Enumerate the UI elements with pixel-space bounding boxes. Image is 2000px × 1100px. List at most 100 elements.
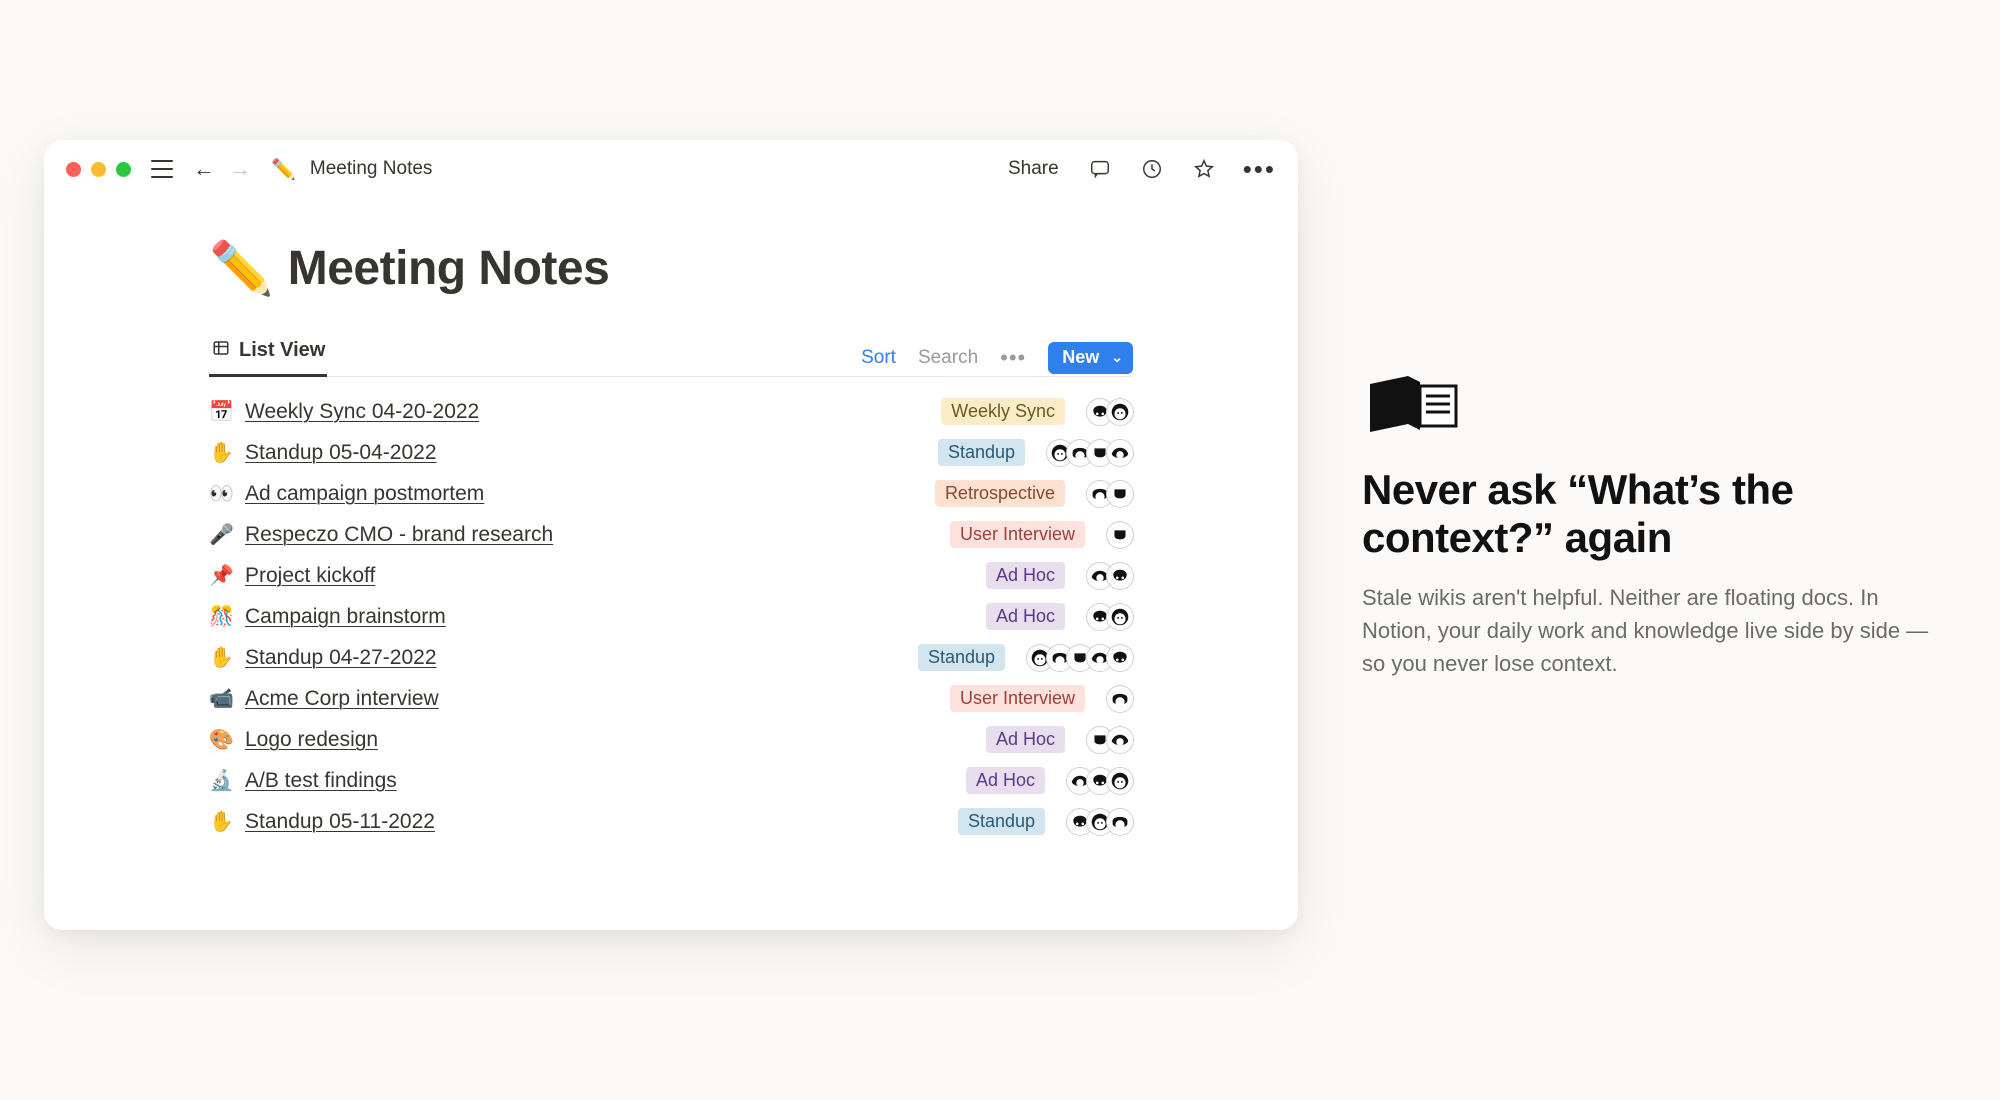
- list-item[interactable]: 📹 Acme Corp interview User Interview: [209, 678, 1133, 719]
- breadcrumb-emoji: ✏️: [271, 157, 296, 182]
- row-title[interactable]: A/B test findings: [245, 769, 397, 793]
- row-title[interactable]: Project kickoff: [245, 564, 375, 588]
- window-close-button[interactable]: [66, 162, 81, 177]
- avatar: [1107, 768, 1133, 794]
- row-avatars: [1047, 440, 1133, 466]
- avatar: [1107, 440, 1133, 466]
- row-emoji: ✋: [209, 645, 233, 670]
- row-emoji: 📌: [209, 563, 233, 588]
- row-emoji: 🔬: [209, 768, 233, 793]
- view-tab-label: List View: [239, 339, 325, 362]
- row-tag: Weekly Sync: [941, 398, 1065, 425]
- sidebar-toggle-icon[interactable]: [151, 160, 173, 178]
- list-item[interactable]: ✋ Standup 05-11-2022 Standup: [209, 801, 1133, 842]
- list-item[interactable]: ✋ Standup 04-27-2022 Standup: [209, 637, 1133, 678]
- favorite-star-icon[interactable]: [1193, 158, 1215, 180]
- page-heading[interactable]: Meeting Notes: [288, 241, 610, 296]
- database-rows: 📅 Weekly Sync 04-20-2022 Weekly Sync ✋ Stand…: [209, 377, 1133, 842]
- avatar: [1107, 481, 1133, 507]
- row-emoji: 🎤: [209, 522, 233, 547]
- page-title: ✏️ Meeting Notes: [209, 238, 1133, 299]
- row-avatars: [1107, 522, 1133, 548]
- promo-illustration-icon: [1362, 370, 1462, 440]
- row-tag: Ad Hoc: [986, 562, 1065, 589]
- row-title[interactable]: Acme Corp interview: [245, 687, 439, 711]
- row-title[interactable]: Ad campaign postmortem: [245, 482, 484, 506]
- row-title[interactable]: Standup 05-04-2022: [245, 441, 437, 465]
- avatar: [1107, 399, 1133, 425]
- share-button[interactable]: Share: [1008, 158, 1059, 180]
- row-title[interactable]: Standup 05-11-2022: [245, 810, 435, 834]
- avatar: [1107, 686, 1133, 712]
- breadcrumb-title[interactable]: Meeting Notes: [310, 158, 433, 180]
- row-avatars: [1087, 604, 1133, 630]
- row-tag: Ad Hoc: [966, 767, 1045, 794]
- list-item[interactable]: 🎤 Respeczo CMO - brand research User Inter…: [209, 514, 1133, 555]
- list-view-icon: [211, 339, 231, 362]
- avatar: [1107, 563, 1133, 589]
- row-title[interactable]: Respeczo CMO - brand research: [245, 523, 553, 547]
- window-minimize-button[interactable]: [91, 162, 106, 177]
- avatar: [1107, 645, 1133, 671]
- row-tag: Standup: [958, 808, 1045, 835]
- window-traffic-lights: [66, 162, 131, 177]
- promo-heading: Never ask “What’s the context?” again: [1362, 466, 1952, 563]
- row-emoji: ✋: [209, 440, 233, 465]
- row-tag: Standup: [938, 439, 1025, 466]
- row-avatars: [1067, 768, 1133, 794]
- window-maximize-button[interactable]: [116, 162, 131, 177]
- chevron-down-icon[interactable]: ⌄: [1111, 349, 1123, 366]
- nav-forward-button[interactable]: →: [227, 158, 253, 180]
- row-emoji: 📅: [209, 399, 233, 424]
- window-titlebar: ← → ✏️ Meeting Notes Share •••: [44, 140, 1298, 198]
- page-emoji[interactable]: ✏️: [209, 238, 274, 299]
- database-view-bar: List View Sort Search ••• New ⌄: [209, 339, 1133, 377]
- new-button-label: New: [1062, 347, 1099, 368]
- row-emoji: 🎊: [209, 604, 233, 629]
- row-tag: Ad Hoc: [986, 603, 1065, 630]
- row-avatars: [1087, 563, 1133, 589]
- list-item[interactable]: 📌 Project kickoff Ad Hoc: [209, 555, 1133, 596]
- history-icon[interactable]: [1141, 158, 1163, 180]
- promo-body: Stale wikis aren't helpful. Neither are …: [1362, 581, 1952, 680]
- row-avatars: [1107, 686, 1133, 712]
- avatar: [1107, 604, 1133, 630]
- row-emoji: 👀: [209, 481, 233, 506]
- list-item[interactable]: 🔬 A/B test findings Ad Hoc: [209, 760, 1133, 801]
- row-tag: Ad Hoc: [986, 726, 1065, 753]
- promo-section: Never ask “What’s the context?” again St…: [1362, 370, 1952, 680]
- row-emoji: 🎨: [209, 727, 233, 752]
- comments-icon[interactable]: [1089, 158, 1111, 180]
- app-window: ← → ✏️ Meeting Notes Share ••• ✏️ Meetin…: [44, 140, 1298, 930]
- more-menu-icon[interactable]: •••: [1243, 154, 1276, 185]
- row-tag: Retrospective: [935, 480, 1065, 507]
- view-more-icon[interactable]: •••: [1000, 345, 1026, 371]
- row-title[interactable]: Campaign brainstorm: [245, 605, 446, 629]
- row-title[interactable]: Standup 04-27-2022: [245, 646, 437, 670]
- row-avatars: [1067, 809, 1133, 835]
- row-title[interactable]: Logo redesign: [245, 728, 378, 752]
- list-item[interactable]: 👀 Ad campaign postmortem Retrospective: [209, 473, 1133, 514]
- avatar: [1107, 809, 1133, 835]
- row-emoji: 📹: [209, 686, 233, 711]
- view-tab-list[interactable]: List View: [209, 339, 327, 377]
- row-avatars: [1087, 399, 1133, 425]
- avatar: [1107, 522, 1133, 548]
- new-button[interactable]: New ⌄: [1048, 342, 1133, 374]
- list-item[interactable]: ✋ Standup 05-04-2022 Standup: [209, 432, 1133, 473]
- row-avatars: [1087, 481, 1133, 507]
- row-tag: Standup: [918, 644, 1005, 671]
- row-tag: User Interview: [950, 521, 1085, 548]
- row-title[interactable]: Weekly Sync 04-20-2022: [245, 400, 479, 424]
- sort-button[interactable]: Sort: [861, 347, 896, 369]
- page-body: ✏️ Meeting Notes List View Sort Search •…: [44, 198, 1298, 842]
- avatar: [1107, 727, 1133, 753]
- list-item[interactable]: 📅 Weekly Sync 04-20-2022 Weekly Sync: [209, 391, 1133, 432]
- list-item[interactable]: 🎨 Logo redesign Ad Hoc: [209, 719, 1133, 760]
- list-item[interactable]: 🎊 Campaign brainstorm Ad Hoc: [209, 596, 1133, 637]
- row-emoji: ✋: [209, 809, 233, 834]
- row-tag: User Interview: [950, 685, 1085, 712]
- search-button[interactable]: Search: [918, 347, 978, 369]
- nav-back-button[interactable]: ←: [191, 158, 217, 180]
- row-avatars: [1087, 727, 1133, 753]
